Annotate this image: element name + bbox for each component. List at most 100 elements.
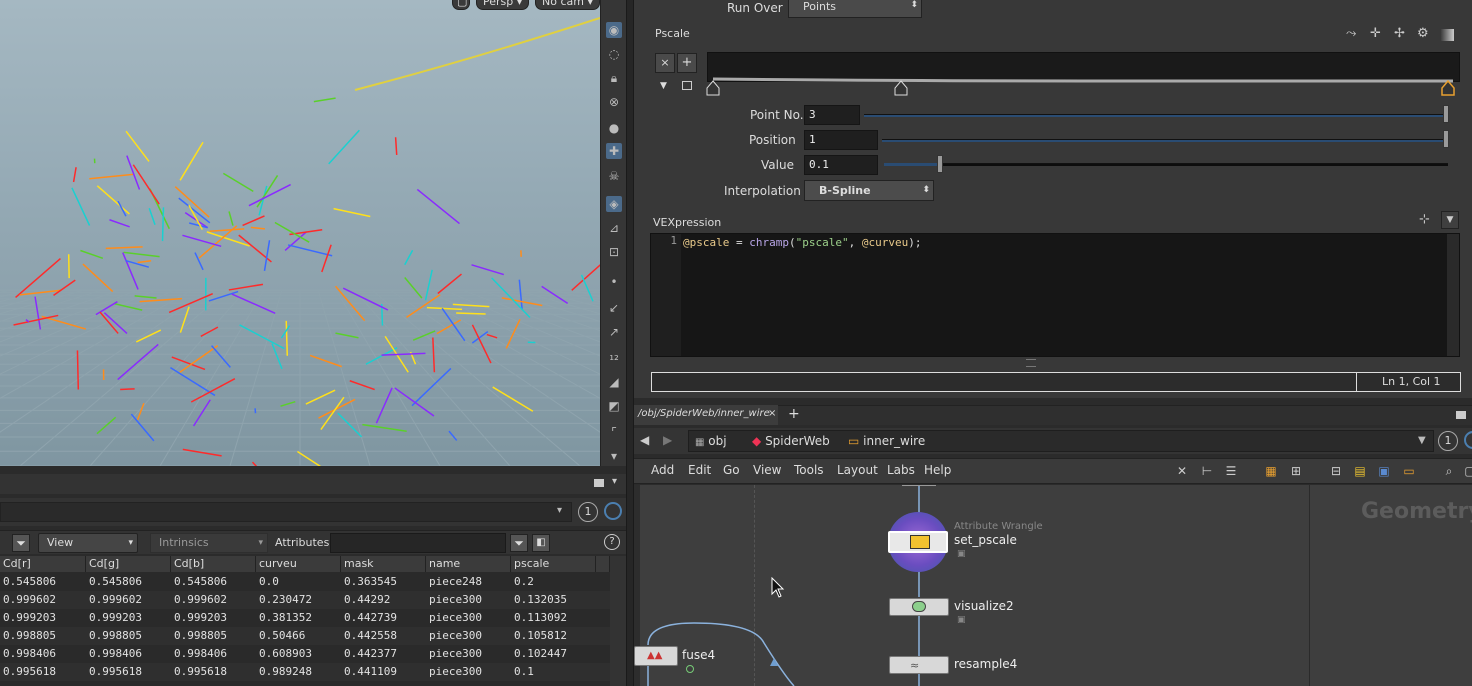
lock-icon[interactable]: 🔒︎ <box>606 70 622 86</box>
node-label[interactable]: fuse4 <box>682 648 715 662</box>
column-header[interactable]: Cd[r] <box>0 556 86 572</box>
link-icon[interactable] <box>604 502 622 520</box>
template-icon[interactable]: ⊿ <box>606 220 622 236</box>
points-icon[interactable]: ✚ <box>606 143 622 159</box>
breadcrumb-spiderweb[interactable]: ◆ SpiderWeb <box>752 431 830 451</box>
resample-node[interactable]: ≈ <box>889 656 949 674</box>
point-no-slider-handle[interactable] <box>1443 105 1449 123</box>
gear-icon[interactable]: ⚙ <box>1417 26 1429 41</box>
filter-icon[interactable]: ⏷ <box>12 534 30 552</box>
value-slider-handle[interactable] <box>937 155 943 173</box>
pin-count[interactable]: 1 <box>1438 431 1458 451</box>
column-header[interactable]: Cd[g] <box>86 556 171 572</box>
close-icon[interactable]: × <box>768 408 776 419</box>
ramp-key-3[interactable] <box>1441 79 1455 96</box>
editor-scrollbar[interactable] <box>1447 234 1459 356</box>
footprint-icon[interactable]: ⊡ <box>606 244 622 260</box>
add-icon[interactable]: + <box>677 53 697 73</box>
node-path-combo[interactable]: ▾ <box>0 502 572 522</box>
chevron-down-icon[interactable]: ▼ <box>660 81 667 91</box>
filter-icon[interactable]: ⏷ <box>510 534 528 552</box>
column-header[interactable]: name <box>426 556 511 572</box>
menu-layout[interactable]: Layout <box>837 463 878 477</box>
corner-icon[interactable]: ⌜ <box>606 424 622 440</box>
visualize-node[interactable] <box>889 598 949 616</box>
gradient-icon[interactable] <box>1440 29 1454 41</box>
ghost-icon[interactable]: ◌ <box>606 46 622 62</box>
breadcrumb-obj[interactable]: ▦ obj <box>695 431 727 451</box>
attributes-filter-input[interactable] <box>330 533 506 553</box>
maximize-icon[interactable] <box>594 479 604 487</box>
menu-view[interactable]: View <box>753 463 781 477</box>
display-icon[interactable]: ⊟ <box>1328 463 1344 479</box>
geometry-spreadsheet[interactable]: Cd[r] Cd[g] Cd[b] curveu mask name pscal… <box>0 556 626 686</box>
camera-menu[interactable]: Persp ▾ <box>476 0 530 10</box>
expand-icon[interactable] <box>682 81 692 90</box>
column-header[interactable]: Cd[b] <box>171 556 256 572</box>
column-header[interactable]: curveu <box>256 556 341 572</box>
column-header[interactable]: mask <box>341 556 426 572</box>
network-tab[interactable]: /obj/SpiderWeb/inner_wire × <box>634 405 778 425</box>
menu-go[interactable]: Go <box>723 463 740 477</box>
table-row[interactable]: 0.999203 0.999203 0.999203 0.381352 0.442739… <box>0 609 610 627</box>
point-numbers-icon[interactable]: ₁₂ <box>606 348 622 364</box>
menu-help[interactable]: Help <box>924 463 951 477</box>
interpolation-dropdown[interactable]: B-Spline ⬍ <box>804 180 934 201</box>
view-dropdown[interactable]: View ▾ <box>38 533 138 553</box>
node-label[interactable]: set_pscale <box>954 533 1017 547</box>
panel-icon[interactable]: ▢ <box>1462 463 1472 479</box>
chevron-down-icon[interactable]: ▼ <box>1441 211 1459 229</box>
prim-numbers-icon[interactable]: ◩ <box>606 398 622 414</box>
search-icon[interactable]: ⌕ <box>1441 463 1457 479</box>
menu-add[interactable]: Add <box>651 463 674 477</box>
table-row[interactable]: 0.995618 0.995618 0.995618 0.989248 0.441109… <box>0 663 610 681</box>
table-row[interactable]: 0.998406 0.998406 0.998406 0.608903 0.442377… <box>0 645 610 663</box>
shading-icon[interactable]: ● <box>606 120 622 136</box>
normals-icon[interactable]: ↙ <box>606 300 622 316</box>
breadcrumb-inner-wire[interactable]: ▭ inner_wire <box>848 431 925 451</box>
point-no-field[interactable]: 3 <box>804 105 860 125</box>
maximize-icon[interactable] <box>1456 411 1466 419</box>
pscale-ramp[interactable] <box>707 52 1460 83</box>
code-line[interactable]: @pscale = chramp("pscale", @curveu); <box>683 236 921 249</box>
pin-count[interactable]: 1 <box>578 502 598 522</box>
menu-edit[interactable]: Edit <box>688 463 711 477</box>
chevron-down-icon[interactable]: ▾ <box>606 448 622 464</box>
column-header[interactable]: pscale <box>511 556 596 572</box>
position-slider[interactable] <box>882 139 1448 142</box>
snap-icon[interactable]: ⊗ <box>606 94 622 110</box>
move-icon[interactable]: ✛ <box>1370 26 1381 41</box>
ramp-key-2[interactable] <box>894 80 908 96</box>
network-canvas[interactable]: Geometry Attribute Wrangle set_pscale ▣ … <box>634 485 1472 686</box>
node-label[interactable]: visualize2 <box>954 599 1014 613</box>
pane-splitter[interactable] <box>626 0 634 686</box>
tree-icon[interactable]: ⊢ <box>1199 463 1215 479</box>
set-pscale-node[interactable] <box>888 531 948 553</box>
columns-icon[interactable]: ◧ <box>532 534 550 552</box>
menu-labs[interactable]: Labs <box>887 463 915 477</box>
table-row[interactable]: 0.545806 0.545806 0.545806 0.0 0.363545 piece… <box>0 573 610 591</box>
tools-icon[interactable]: ✕ <box>1174 463 1190 479</box>
lock-camera-icon[interactable]: ▢ <box>452 0 470 10</box>
background-icon[interactable]: ◈ <box>606 196 622 212</box>
vector-icon[interactable]: ↗ <box>606 324 622 340</box>
point-display-icon[interactable]: • <box>606 274 622 290</box>
forward-arrow-icon[interactable]: ▶ <box>663 433 672 447</box>
chevron-down-icon[interactable]: ▼ <box>1418 435 1426 446</box>
close-icon[interactable]: × <box>655 53 675 73</box>
fuse-node[interactable]: ▲▲ <box>634 646 678 666</box>
value-field[interactable]: 0.1 <box>804 155 878 175</box>
snap-icon[interactable]: ✢ <box>1394 26 1405 41</box>
tile-icon[interactable]: ⊞ <box>1288 463 1304 479</box>
scene-viewport[interactable]: ▢ Persp ▾ No cam ▾ <box>0 0 600 466</box>
cam-menu[interactable]: No cam ▾ <box>535 0 600 10</box>
add-tab-icon[interactable]: + <box>788 406 800 422</box>
box-icon[interactable]: ▭ <box>1401 463 1417 479</box>
image-icon[interactable]: ▣ <box>1376 463 1392 479</box>
position-field[interactable]: 1 <box>804 130 878 150</box>
wire-icon[interactable]: ☠︎ <box>606 168 622 184</box>
table-row[interactable]: 0.999602 0.999602 0.999602 0.230472 0.44292 p… <box>0 591 610 609</box>
grid-icon[interactable]: ▦ <box>1263 463 1279 479</box>
intrinsics-dropdown[interactable]: Intrinsics ▾ <box>150 533 268 553</box>
prim-icon[interactable]: ◢ <box>606 374 622 390</box>
